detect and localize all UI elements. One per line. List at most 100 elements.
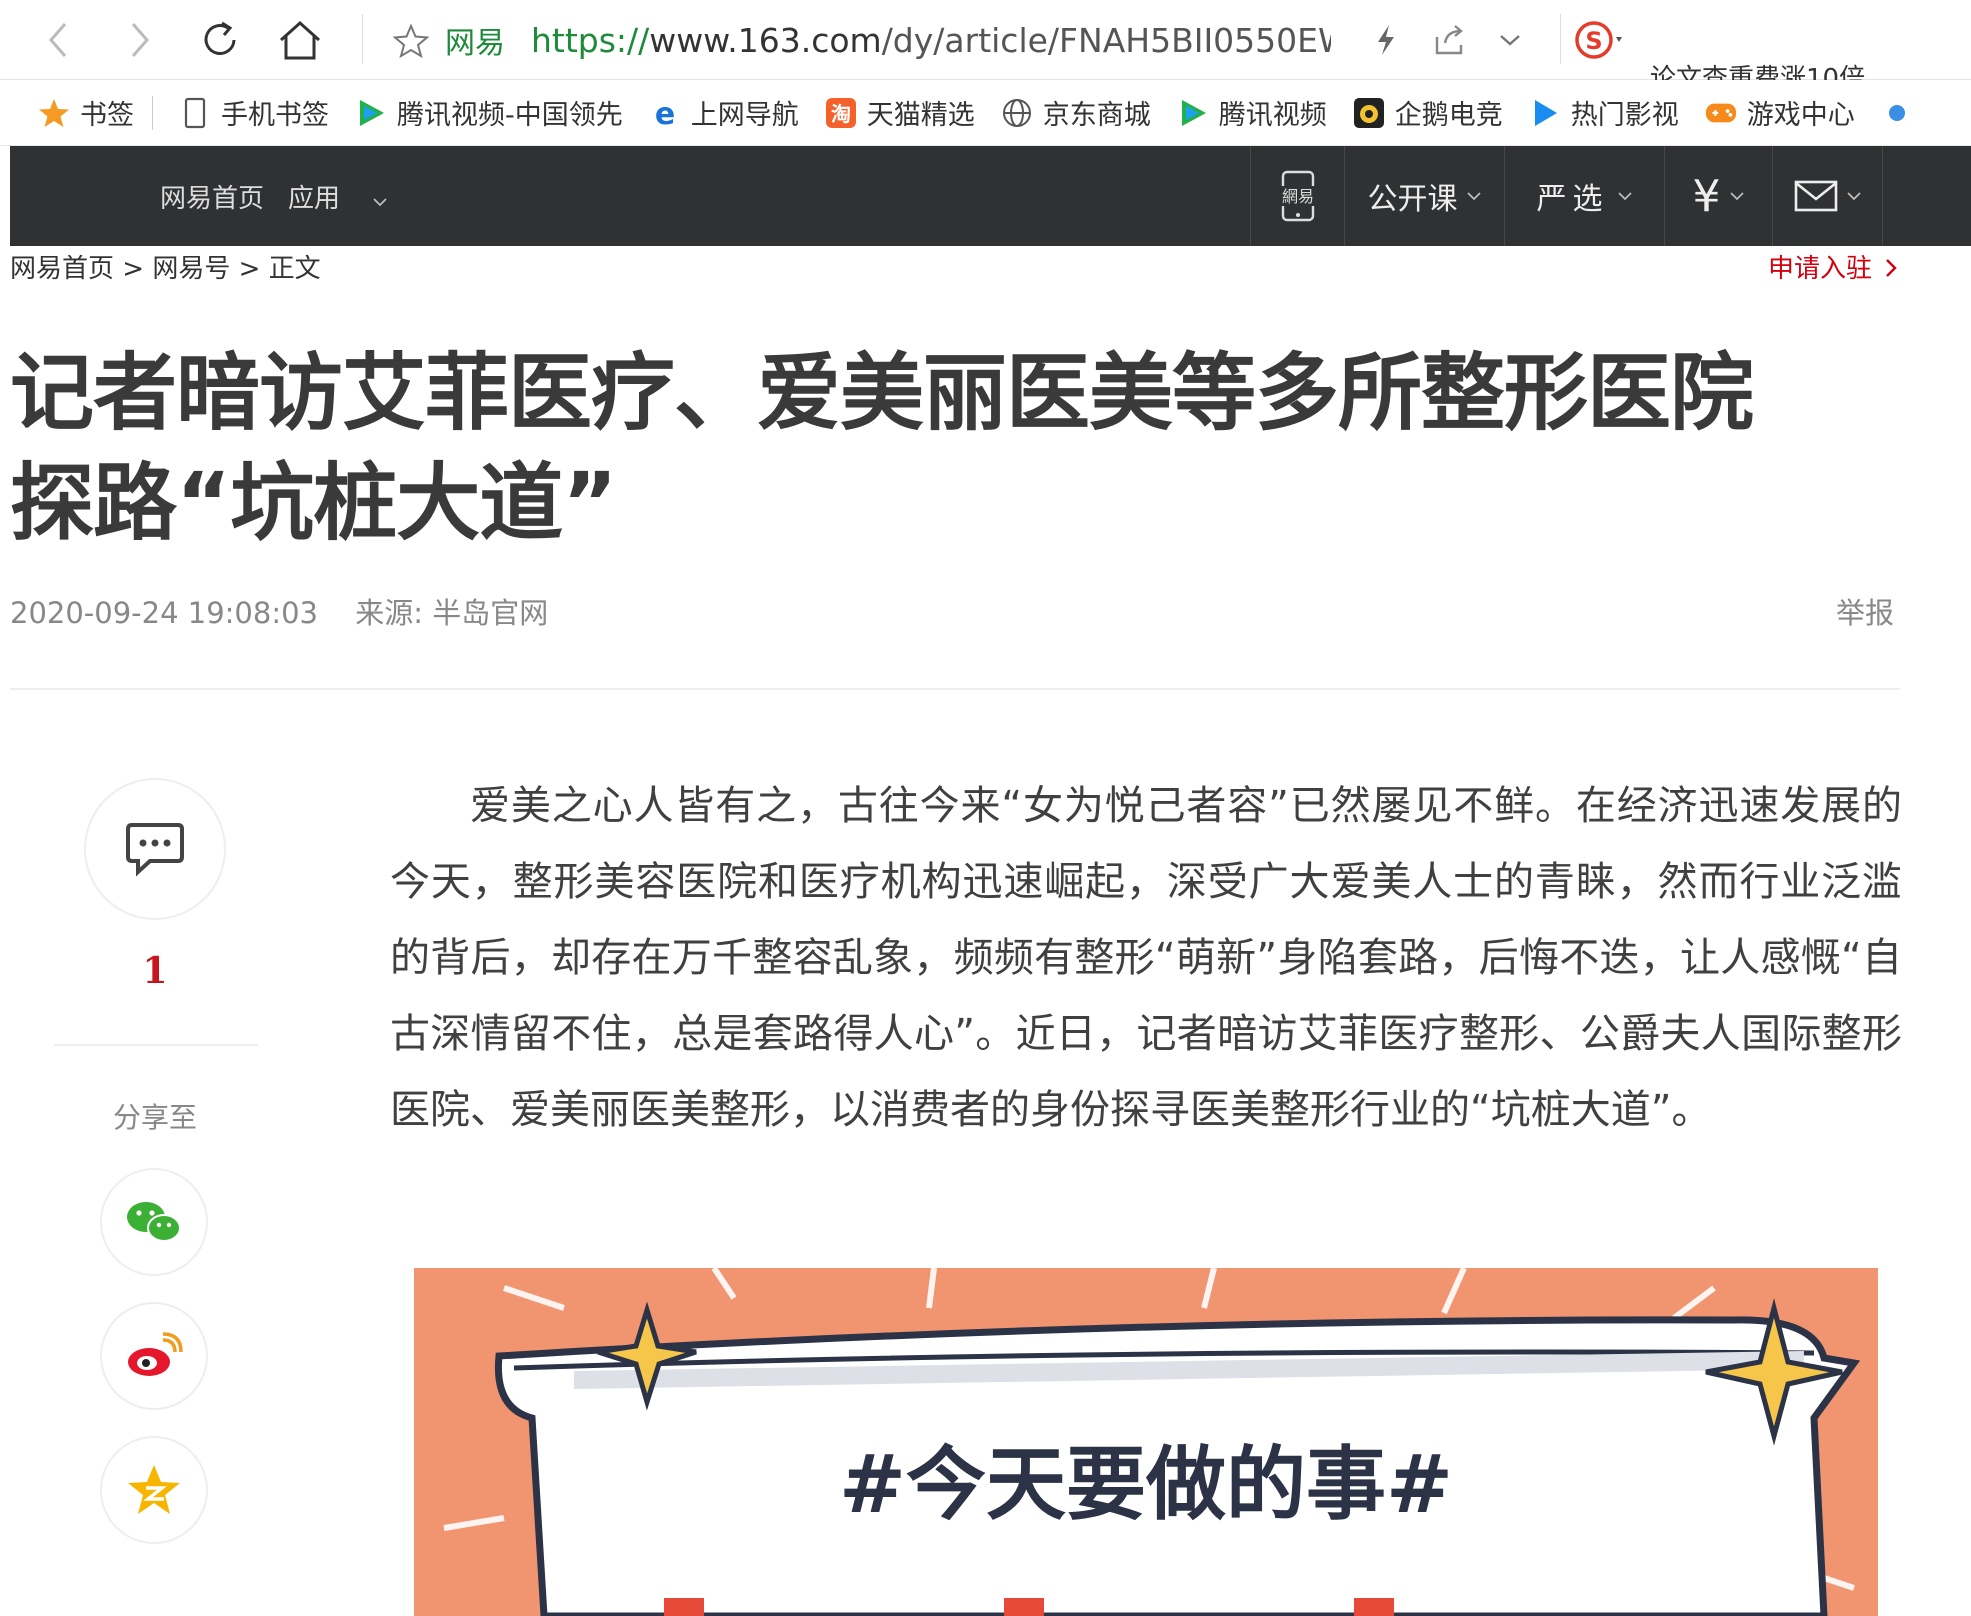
gamepad-icon (1705, 97, 1737, 129)
weibo-icon (128, 1332, 183, 1376)
publish-datetime: 2020-09-24 19:08:03 (10, 596, 318, 630)
bookmark-item[interactable]: 企鹅电竞 (1353, 93, 1503, 132)
bookmark-label: 京东商城 (1042, 100, 1151, 131)
bookmark-item[interactable]: 热门影视 (1529, 93, 1679, 132)
video-play-icon (1529, 97, 1561, 129)
star-outline-icon[interactable] (393, 24, 429, 58)
comment-bubble-icon (126, 823, 184, 877)
mobile-netease-icon: 網易 (1276, 170, 1319, 222)
speed-mode-button[interactable] (1356, 10, 1416, 70)
toolbar-divider (362, 14, 363, 64)
bookmark-item[interactable]: 手机书签 (179, 93, 329, 132)
bookmark-label: 天猫精选 (866, 100, 975, 131)
qzone-star-icon (128, 1465, 180, 1514)
address-dropdown-button[interactable] (1480, 10, 1540, 70)
article-illustration: #今天要做的事# (414, 1268, 1878, 1616)
chevron-down-icon (1729, 192, 1744, 201)
header-divider (10, 688, 1900, 690)
report-link[interactable]: 举报 (1836, 590, 1894, 632)
nav-mail-menu[interactable] (1772, 146, 1882, 246)
bookmarks-bar: 书签 手机书签 腾讯视频-中国领先 e 上网导航 淘 天猫精选 京东商城 腾讯视… (0, 80, 1971, 146)
bookmark-label: 游戏中心 (1746, 100, 1855, 131)
home-icon (279, 20, 321, 60)
taobao-icon: 淘 (825, 97, 857, 129)
bookmark-item[interactable]: 腾讯视频-中国领先 (355, 93, 623, 132)
browser-toolbar: 网易 https://www.163.com/dy/article/FNAH5B… (0, 0, 1971, 80)
todo-banner-graphic: #今天要做的事# (414, 1268, 1878, 1616)
bookmark-overflow[interactable] (1881, 97, 1923, 129)
share-qzone-button[interactable] (100, 1436, 208, 1544)
sogou-logo-icon: S (1575, 21, 1622, 59)
article-paragraph: 爱美之心人皆有之，古往今来“女为悦己者容”已然屡见不鲜。在经济迅速发展的今天，整… (390, 783, 1902, 1133)
home-button[interactable] (270, 10, 330, 70)
bookmarks-divider (152, 95, 153, 130)
bookmark-item[interactable]: 腾讯视频 (1177, 93, 1327, 132)
figure-caption: #今天要做的事# (839, 1438, 1453, 1531)
tencent-video-icon (1177, 97, 1209, 129)
article-source[interactable]: 来源: 半岛官网 (355, 596, 548, 630)
nav-home-link[interactable]: 网易首页 (160, 178, 264, 215)
share-page-button[interactable] (1420, 10, 1480, 70)
apply-join-link[interactable]: 申请入驻 (1768, 248, 1898, 285)
tencent-video-icon (355, 97, 387, 129)
reload-button[interactable] (190, 10, 250, 70)
chevron-down-icon (1846, 192, 1861, 201)
url-domain: www.163.com (649, 20, 882, 60)
share-wechat-button[interactable] (100, 1168, 208, 1276)
breadcrumb[interactable]: 网易首页 > 网易号 > 正文 (10, 248, 321, 285)
forward-button[interactable] (110, 10, 170, 70)
bookmark-label: 腾讯视频-中国领先 (397, 100, 623, 131)
nav-yanxuan-menu[interactable]: 严选 (1504, 146, 1664, 246)
bookmark-item[interactable]: e 上网导航 (649, 93, 799, 132)
bookmark-item[interactable]: 京东商城 (1001, 93, 1151, 132)
bookmark-label: 企鹅电竞 (1394, 100, 1503, 131)
svg-text:e: e (655, 97, 675, 129)
chevron-right-icon (131, 23, 149, 57)
bookmark-item[interactable]: 游戏中心 (1705, 93, 1855, 132)
share-weibo-button[interactable] (100, 1302, 208, 1410)
reload-icon (204, 21, 236, 55)
title-line: 记者暗访艾菲医疗、爱美丽医美等多所整形医院 (10, 344, 1754, 442)
bookmark-label: 手机书签 (221, 100, 329, 131)
nav-payment-menu[interactable]: ¥ (1664, 146, 1772, 246)
url-scheme: https:// (531, 20, 650, 60)
nav-course-menu[interactable]: 公开课 (1344, 146, 1504, 246)
chevron-right-icon (1886, 259, 1897, 277)
bookmark-label: 上网导航 (690, 100, 799, 131)
logo-text: 網易 (1281, 187, 1313, 206)
phone-icon (179, 97, 211, 129)
peek-headline[interactable]: 论文查重费涨10倍 (1650, 60, 1950, 80)
ie-icon: e (649, 97, 681, 129)
svg-text:S: S (1585, 27, 1602, 55)
comment-count[interactable]: 1 (0, 950, 310, 992)
back-button[interactable] (28, 10, 88, 70)
svg-text:淘: 淘 (831, 102, 851, 126)
mail-icon (1794, 180, 1837, 212)
page-title: 记者暗访艾菲医疗、爱美丽医美等多所整形医院 探路“坑桩大道” (10, 338, 1910, 558)
nav-more-edge[interactable] (1882, 146, 1942, 246)
bookmark-item[interactable]: 书签 (38, 93, 134, 132)
sogou-menu-button[interactable]: S (1572, 10, 1632, 70)
toolbar-divider (1560, 14, 1561, 64)
apply-join-label: 申请入驻 (1768, 254, 1873, 284)
yen-icon: ¥ (1692, 170, 1721, 222)
nav-mobile-app-button[interactable]: 網易 (1250, 146, 1344, 246)
overflow-app-icon (1881, 97, 1913, 129)
article-meta: 2020-09-24 19:08:03 来源: 半岛官网 (10, 590, 548, 632)
bookmark-label: 腾讯视频 (1218, 100, 1327, 131)
chevron-down-icon (1500, 35, 1520, 46)
nav-course-label: 公开课 (1367, 182, 1458, 217)
bookmark-item[interactable]: 淘 天猫精选 (825, 93, 975, 132)
star-icon (38, 97, 70, 129)
comment-button[interactable] (84, 778, 226, 920)
share-label: 分享至 (112, 1101, 197, 1134)
lightning-icon (1378, 25, 1394, 55)
chevron-down-icon (1617, 192, 1632, 201)
url-text[interactable]: https://www.163.com/dy/article/FNAH5BII0… (531, 21, 1331, 60)
nav-apps-label: 应用 (288, 183, 341, 214)
nav-apps-menu[interactable]: 应用 (288, 178, 388, 215)
bookmark-label: 书签 (80, 100, 134, 131)
nav-yanxuan-label: 严选 (1536, 182, 1609, 217)
site-navbar: 网易首页 应用 網易 公开课 严选 ¥ (10, 146, 1971, 246)
globe-icon (1001, 97, 1033, 129)
